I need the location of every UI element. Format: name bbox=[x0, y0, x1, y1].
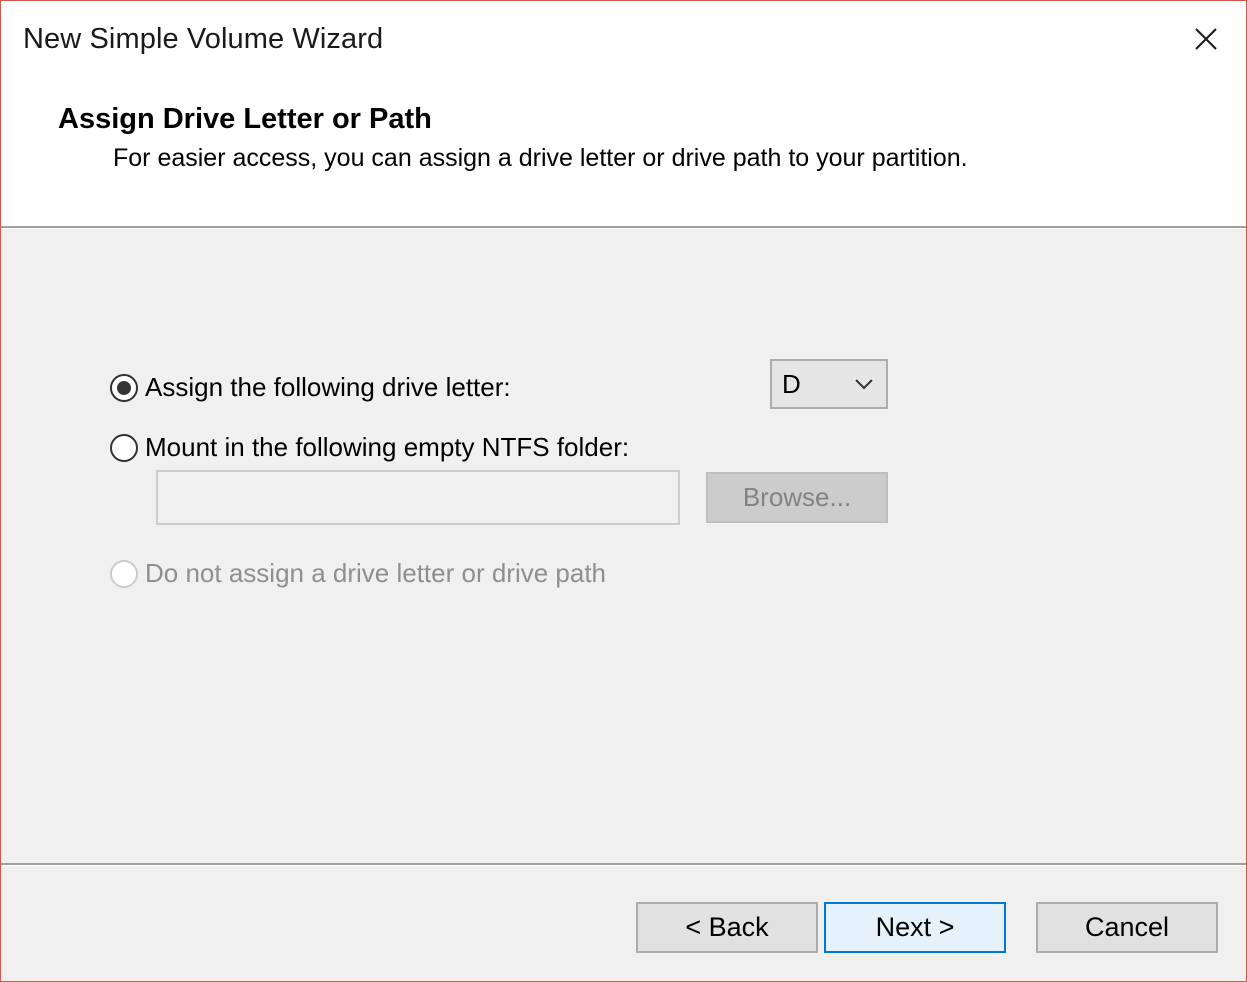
mount-folder-radio[interactable] bbox=[110, 433, 138, 462]
next-button[interactable]: Next > bbox=[824, 902, 1006, 953]
browse-button[interactable]: Browse... bbox=[706, 472, 888, 523]
wizard-header: Assign Drive Letter or Path For easier a… bbox=[1, 81, 1246, 226]
assign-letter-label: Assign the following drive letter: bbox=[145, 372, 511, 402]
drive-letter-select[interactable]: D bbox=[770, 359, 888, 409]
page-subtitle: For easier access, you can assign a driv… bbox=[113, 144, 968, 172]
wizard-content: Assign the following drive letter: D Mou… bbox=[1, 229, 1246, 981]
close-button[interactable] bbox=[1176, 11, 1236, 67]
cancel-button[interactable]: Cancel bbox=[1036, 902, 1218, 953]
window-title: New Simple Volume Wizard bbox=[23, 23, 384, 55]
title-bar: New Simple Volume Wizard bbox=[1, 1, 1246, 81]
option-mount-folder[interactable]: Mount in the following empty NTFS folder… bbox=[110, 432, 629, 463]
option-assign-letter[interactable]: Assign the following drive letter: bbox=[110, 372, 511, 403]
option-no-assign[interactable]: Do not assign a drive letter or drive pa… bbox=[110, 558, 606, 589]
no-assign-label: Do not assign a drive letter or drive pa… bbox=[145, 558, 607, 588]
page-title: Assign Drive Letter or Path bbox=[58, 103, 432, 135]
mount-folder-label: Mount in the following empty NTFS folder… bbox=[145, 432, 630, 462]
radio-selected-dot bbox=[117, 380, 131, 395]
folder-path-input[interactable] bbox=[156, 470, 680, 525]
footer-divider bbox=[1, 863, 1246, 866]
assign-letter-radio[interactable] bbox=[110, 373, 138, 402]
close-icon bbox=[1195, 28, 1217, 50]
chevron-down-icon bbox=[855, 379, 873, 390]
no-assign-radio[interactable] bbox=[110, 559, 138, 588]
wizard-window: New Simple Volume Wizard Assign Drive Le… bbox=[0, 0, 1247, 982]
drive-letter-value: D bbox=[782, 368, 801, 399]
back-button[interactable]: < Back bbox=[636, 902, 818, 953]
